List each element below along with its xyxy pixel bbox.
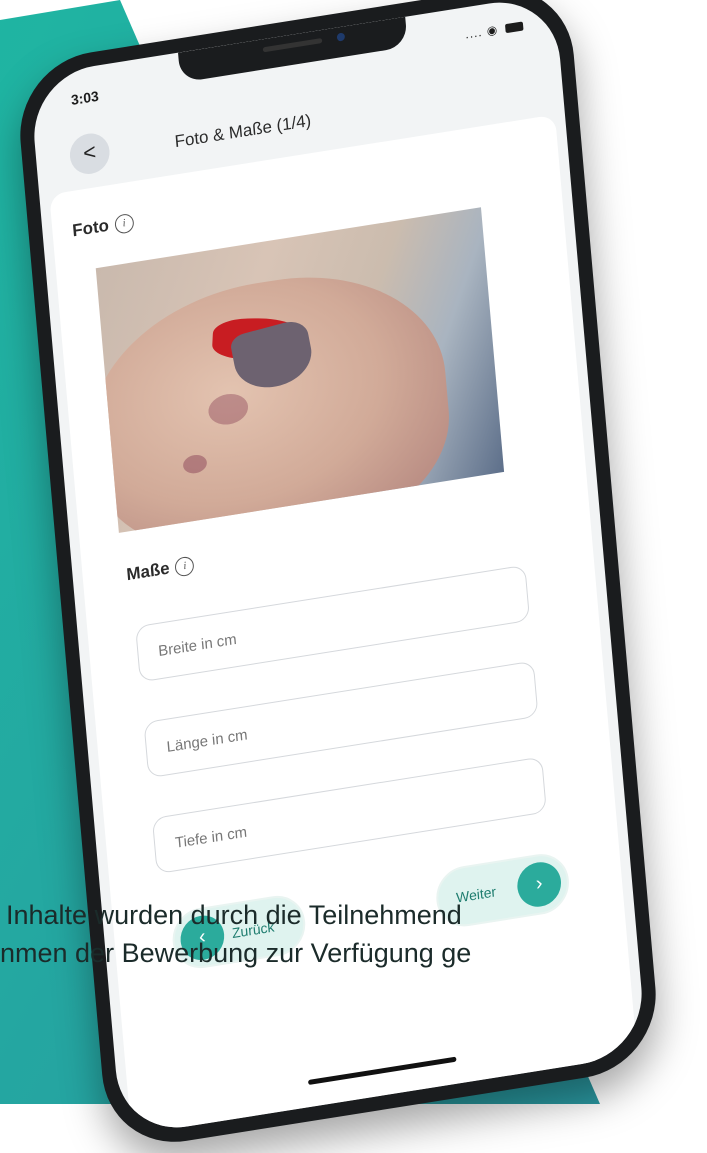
phone-frame: 3:03 .... ◉ < Foto & Maße (1/4) Foto i M… xyxy=(13,0,663,1153)
info-icon[interactable]: i xyxy=(114,212,135,235)
caption-line-1: Inhalte wurden durch die Teilnehmend xyxy=(6,900,462,930)
notch-speaker xyxy=(262,38,323,53)
width-input[interactable]: Breite in cm xyxy=(135,564,531,683)
measurements-section-label: Maße i xyxy=(125,554,196,585)
page-title: Foto & Maße (1/4) xyxy=(173,110,312,152)
notch-camera xyxy=(336,32,346,42)
signal-icon: .... xyxy=(464,24,484,42)
phone-notch xyxy=(178,16,408,83)
back-button[interactable]: < xyxy=(68,130,112,177)
status-icons: .... ◉ xyxy=(464,18,524,42)
wound-photo[interactable] xyxy=(95,207,505,533)
depth-input[interactable]: Tiefe in cm xyxy=(151,756,547,875)
status-time: 3:03 xyxy=(70,87,100,109)
wifi-icon: ◉ xyxy=(486,22,499,39)
photo-label-text: Foto xyxy=(71,215,110,241)
photo-skin xyxy=(95,255,458,533)
battery-icon xyxy=(505,21,524,34)
caption-line-2: nmen der Bewerbung zur Verfügung ge xyxy=(0,938,472,968)
measurements-label-text: Maße xyxy=(125,558,171,585)
info-icon[interactable]: i xyxy=(174,555,196,578)
form-card: Foto i Maße i Breite in cm Länge in cm Tie… xyxy=(49,114,638,1136)
chevron-left-icon: < xyxy=(82,138,98,166)
length-input[interactable]: Länge in cm xyxy=(143,660,539,779)
photo-section-label: Foto i xyxy=(72,212,135,242)
